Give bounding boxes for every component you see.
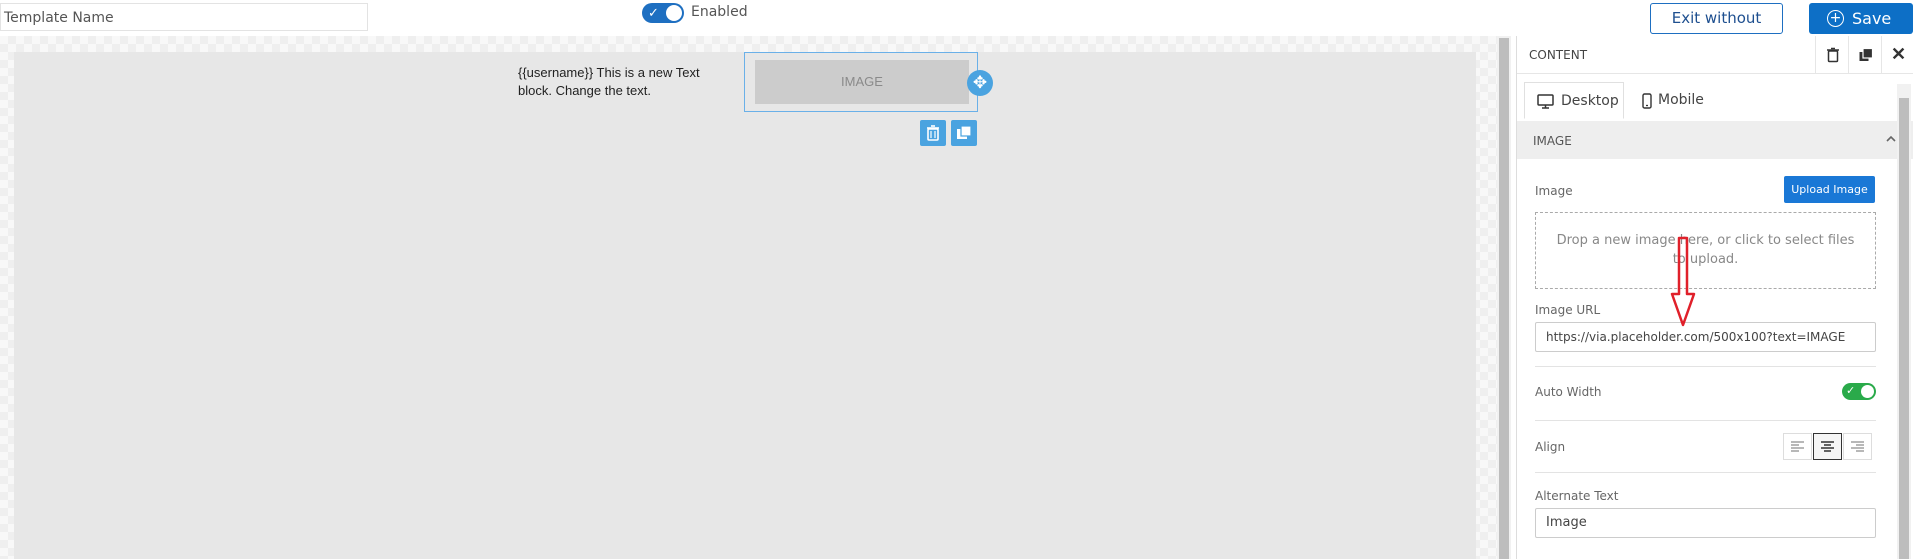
- save-button[interactable]: + Save: [1809, 3, 1913, 34]
- divider: [1535, 472, 1876, 473]
- panel-title: CONTENT: [1529, 48, 1588, 62]
- panel-header: CONTENT ✕: [1517, 36, 1913, 74]
- device-tabs: Desktop Mobile: [1517, 73, 1913, 122]
- email-body[interactable]: {{username}} This is a new Text block. C…: [14, 52, 1476, 559]
- upload-image-button[interactable]: Upload Image: [1784, 176, 1875, 203]
- image-url-input[interactable]: https://via.placeholder.com/500x100?text…: [1535, 322, 1876, 352]
- check-icon: ✓: [648, 5, 659, 20]
- annotation-arrow-down-icon: [1670, 236, 1696, 327]
- align-right-button[interactable]: [1843, 433, 1872, 460]
- toggle-knob: [1861, 385, 1874, 398]
- properties-panel: CONTENT ✕ Desktop Mobile IMAGE Image Upl…: [1516, 36, 1913, 559]
- image-dropzone[interactable]: Drop a new image here, or click to selec…: [1535, 212, 1876, 289]
- align-left-button[interactable]: [1783, 433, 1812, 460]
- align-right-icon: [1851, 441, 1864, 452]
- plus-circle-icon: +: [1827, 10, 1844, 27]
- close-icon[interactable]: ✕: [1881, 36, 1913, 73]
- tab-mobile[interactable]: Mobile: [1632, 82, 1712, 119]
- mobile-icon: [1642, 93, 1652, 109]
- exit-without-save-button[interactable]: Exit without Save: [1650, 3, 1783, 56]
- align-left-icon: [1791, 441, 1804, 452]
- copy-icon: [1859, 47, 1873, 61]
- section-title: IMAGE: [1533, 134, 1572, 148]
- image-label: Image: [1535, 184, 1573, 198]
- copy-icon: [957, 125, 972, 139]
- panel-scrollbar-thumb[interactable]: [1899, 98, 1909, 559]
- divider: [1535, 420, 1876, 421]
- align-center-icon: [1821, 441, 1834, 452]
- panel-duplicate-button[interactable]: [1848, 36, 1882, 73]
- panel-delete-button[interactable]: [1815, 36, 1849, 73]
- block-duplicate-button[interactable]: [951, 120, 977, 146]
- align-label: Align: [1535, 440, 1566, 454]
- top-bar: Template Name ✓ Enabled Exit without Sav…: [0, 0, 1913, 56]
- canvas-scrollbar-thumb[interactable]: [1499, 38, 1509, 559]
- align-center-button[interactable]: [1813, 433, 1842, 460]
- chevron-up-icon: [1886, 135, 1896, 142]
- tab-desktop-label: Desktop: [1561, 93, 1619, 109]
- block-delete-button[interactable]: [920, 120, 946, 146]
- image-section-header[interactable]: IMAGE: [1517, 121, 1913, 159]
- enabled-label: Enabled: [691, 4, 748, 20]
- desktop-icon: [1537, 94, 1554, 109]
- save-label: Save: [1852, 9, 1892, 28]
- trash-icon: [927, 125, 939, 141]
- move-handle-icon[interactable]: ✥: [967, 70, 993, 96]
- image-url-label: Image URL: [1535, 303, 1601, 317]
- auto-width-label: Auto Width: [1535, 385, 1602, 399]
- trash-icon: [1826, 47, 1839, 62]
- alternate-text-label: Alternate Text: [1535, 489, 1619, 503]
- enabled-toggle[interactable]: ✓: [642, 3, 684, 23]
- tab-desktop[interactable]: Desktop: [1524, 82, 1624, 119]
- auto-width-toggle[interactable]: ✓: [1842, 383, 1876, 400]
- alternate-text-input[interactable]: Image: [1535, 508, 1876, 538]
- text-block[interactable]: {{username}} This is a new Text block. C…: [518, 64, 718, 100]
- tab-mobile-label: Mobile: [1658, 92, 1704, 108]
- image-placeholder[interactable]: IMAGE: [755, 60, 969, 104]
- divider: [1535, 366, 1876, 367]
- image-block-selected[interactable]: IMAGE: [744, 52, 978, 112]
- editor-canvas[interactable]: {{username}} This is a new Text block. C…: [0, 36, 1497, 559]
- toggle-knob: [666, 5, 682, 21]
- template-name-input[interactable]: Template Name: [0, 3, 368, 31]
- check-icon: ✓: [1846, 385, 1856, 397]
